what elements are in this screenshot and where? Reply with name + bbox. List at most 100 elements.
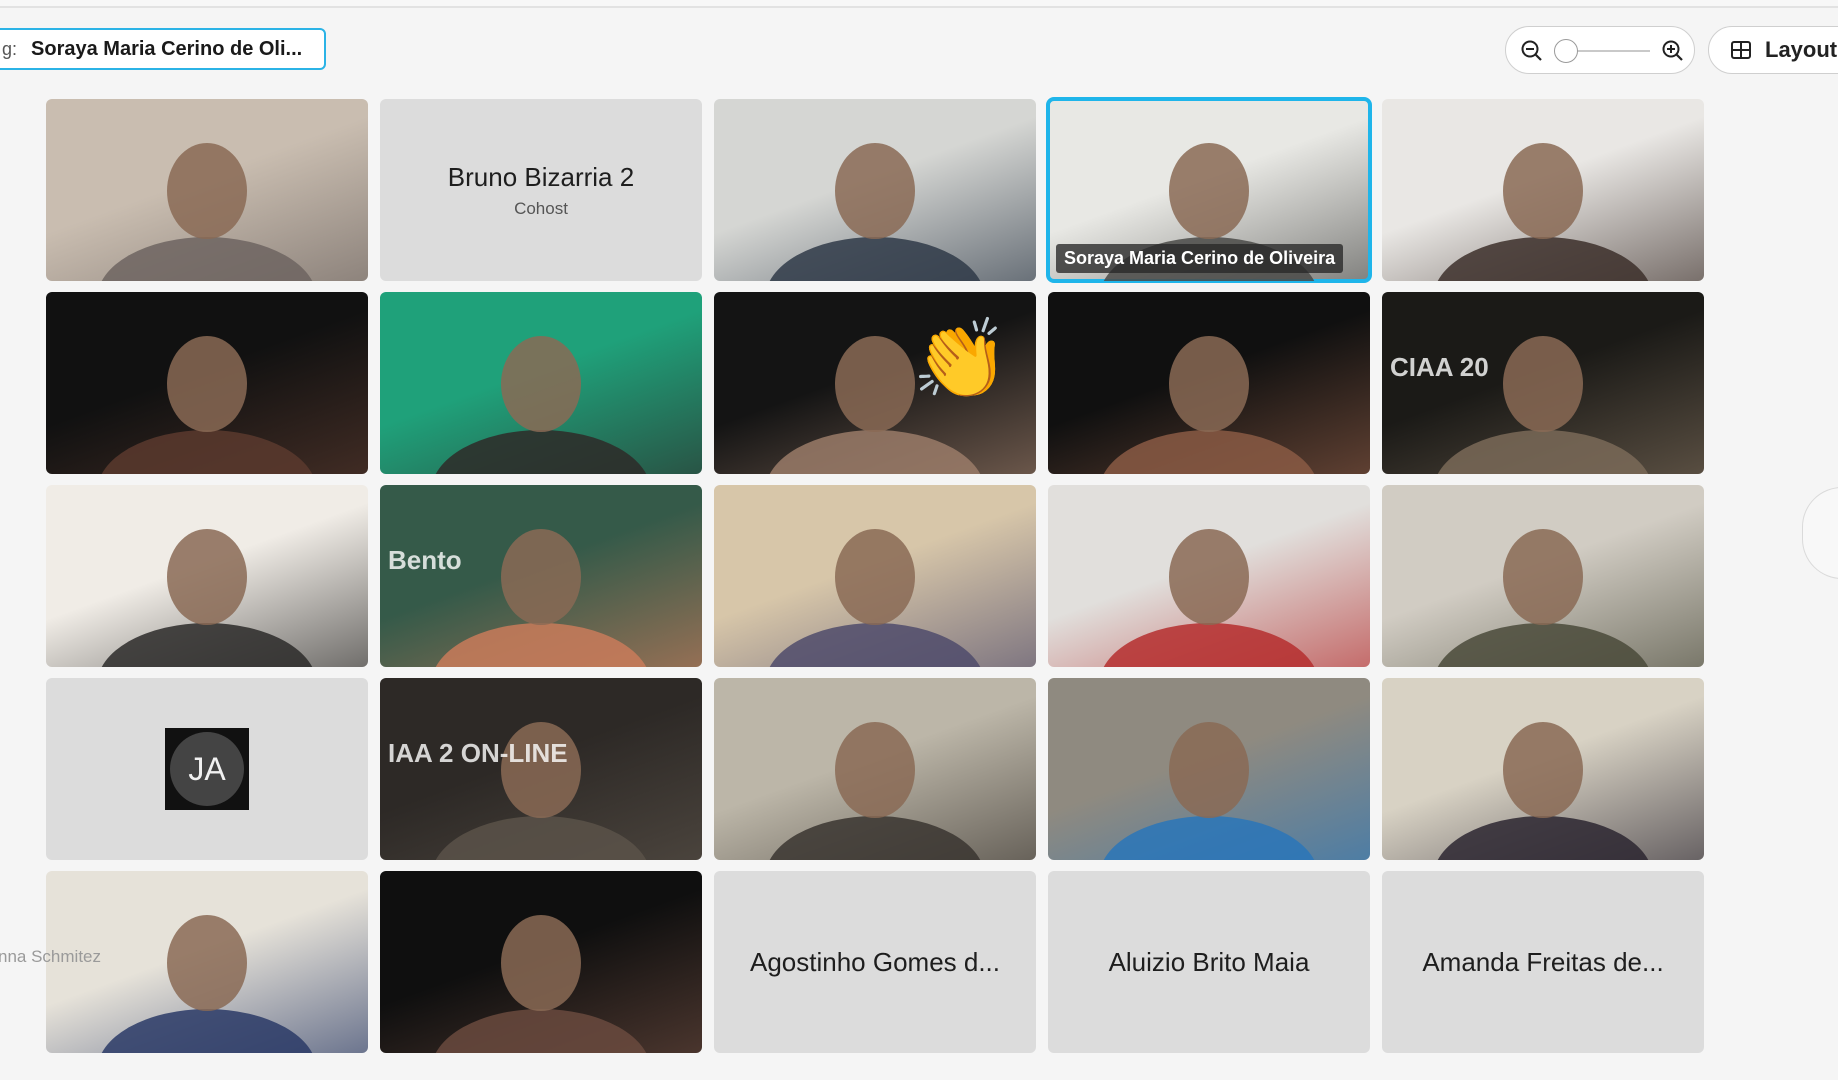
- participant-tile[interactable]: [714, 99, 1036, 281]
- participant-name: Bruno Bizarria 2: [447, 161, 635, 192]
- video-feed: [101, 336, 313, 474]
- participant-tile[interactable]: [46, 99, 368, 281]
- person-silhouette-head: [1503, 529, 1583, 625]
- person-silhouette-body: [1437, 623, 1649, 667]
- active-speaker-name: Soraya Maria Cerino de Oli...: [31, 37, 303, 60]
- person-silhouette-body: [769, 430, 981, 474]
- person-silhouette-body: [435, 816, 647, 860]
- person-silhouette-head: [1169, 529, 1249, 625]
- person-silhouette-body: [435, 1009, 647, 1053]
- participant-name: Agostinho Gomes d...: [749, 946, 1001, 977]
- participant-tile[interactable]: [380, 871, 702, 1053]
- person-silhouette-body: [101, 237, 313, 281]
- person-silhouette-body: [1103, 623, 1315, 667]
- video-feed: [769, 529, 981, 667]
- person-silhouette-head: [1169, 143, 1249, 239]
- person-silhouette-body: [769, 623, 981, 667]
- person-silhouette-body: [101, 623, 313, 667]
- clapping-reaction-icon: 👏: [912, 315, 1010, 403]
- layout-button[interactable]: Layout: [1708, 26, 1838, 74]
- video-feed: [1437, 143, 1649, 281]
- person-silhouette-head: [501, 529, 581, 625]
- person-silhouette-head: [835, 336, 915, 432]
- zoom-out-icon[interactable]: [1520, 39, 1544, 63]
- person-silhouette-head: [835, 722, 915, 818]
- video-feed: [1103, 722, 1315, 860]
- participant-name: Amanda Freitas de...: [1422, 946, 1664, 977]
- video-feed: [435, 915, 647, 1053]
- participant-tile[interactable]: 👏: [714, 292, 1036, 474]
- participant-tile[interactable]: [1048, 678, 1370, 860]
- zoom-slider-thumb[interactable]: [1554, 39, 1578, 63]
- video-feed: [1103, 336, 1315, 474]
- person-silhouette-body: [101, 1009, 313, 1053]
- person-silhouette-head: [167, 529, 247, 625]
- video-feed: [435, 722, 647, 860]
- participant-grid: Bruno Bizarria 2 Cohost Soraya Maria Cerin…: [46, 97, 1708, 1054]
- participant-tile[interactable]: Bento: [380, 485, 702, 667]
- participant-name: Aluizio Brito Maia: [1108, 946, 1310, 977]
- participant-tile[interactable]: JA: [46, 678, 368, 860]
- participant-tile[interactable]: [380, 292, 702, 474]
- person-silhouette-head: [1169, 336, 1249, 432]
- person-silhouette-head: [167, 915, 247, 1011]
- participant-tile[interactable]: [46, 485, 368, 667]
- participant-tile[interactable]: Aluizio Brito Maia: [1048, 871, 1370, 1053]
- participant-tile[interactable]: IAA 2 ON-LINE: [380, 678, 702, 860]
- person-silhouette-head: [835, 529, 915, 625]
- virtual-background-text: IAA 2 ON-LINE: [388, 738, 568, 768]
- participant-tile[interactable]: [1382, 678, 1704, 860]
- participant-tile[interactable]: [714, 485, 1036, 667]
- person-silhouette-head: [501, 915, 581, 1011]
- zoom-in-icon[interactable]: [1661, 39, 1685, 63]
- participant-tile[interactable]: [1048, 485, 1370, 667]
- side-panel-handle[interactable]: [1802, 487, 1838, 579]
- participant-tile[interactable]: Soraya Maria Cerino de Oliveira: [1046, 97, 1372, 283]
- person-silhouette-head: [835, 143, 915, 239]
- person-silhouette-body: [435, 430, 647, 474]
- person-silhouette-body: [769, 816, 981, 860]
- participant-tile[interactable]: [1382, 99, 1704, 281]
- person-silhouette-head: [501, 722, 581, 818]
- video-feed: [769, 143, 981, 281]
- video-feed: [1437, 529, 1649, 667]
- participant-name-tag: Soraya Maria Cerino de Oliveira: [1056, 244, 1344, 273]
- virtual-background-text: CIAA 20: [1390, 352, 1489, 382]
- video-feed: [435, 336, 647, 474]
- participant-tile[interactable]: CIAA 20: [1382, 292, 1704, 474]
- virtual-background-text: Bento: [388, 545, 462, 575]
- person-silhouette-head: [167, 143, 247, 239]
- person-silhouette-body: [1103, 816, 1315, 860]
- video-feed: [1103, 529, 1315, 667]
- participant-tile[interactable]: [714, 678, 1036, 860]
- person-silhouette-head: [167, 336, 247, 432]
- person-silhouette-body: [769, 237, 981, 281]
- top-divider: [0, 0, 1838, 8]
- participant-tile[interactable]: Amanda Freitas de...: [1382, 871, 1704, 1053]
- person-silhouette-body: [1437, 816, 1649, 860]
- offscreen-participant-name: nna Schmitez: [0, 947, 101, 966]
- person-silhouette-body: [1437, 237, 1649, 281]
- avatar: JA: [165, 728, 249, 810]
- person-silhouette-body: [101, 430, 313, 474]
- participant-tile[interactable]: [46, 292, 368, 474]
- person-silhouette-head: [501, 336, 581, 432]
- video-feed: [1437, 336, 1649, 474]
- person-silhouette-head: [1169, 722, 1249, 818]
- video-feed: [769, 722, 981, 860]
- participant-tile[interactable]: [1382, 485, 1704, 667]
- person-silhouette-body: [1437, 430, 1649, 474]
- avatar-initials: JA: [170, 732, 244, 806]
- video-feed: [101, 529, 313, 667]
- person-silhouette-head: [1503, 336, 1583, 432]
- video-feed: [435, 529, 647, 667]
- person-silhouette-body: [435, 623, 647, 667]
- active-speaker-indicator[interactable]: g: Soraya Maria Cerino de Oli...: [0, 28, 326, 70]
- participant-tile[interactable]: Bruno Bizarria 2 Cohost: [380, 99, 702, 281]
- participant-tile[interactable]: Agostinho Gomes d...: [714, 871, 1036, 1053]
- grid-layout-icon: [1729, 38, 1753, 62]
- layout-label: Layout: [1765, 37, 1838, 62]
- video-feed: [101, 143, 313, 281]
- participant-tile[interactable]: [1048, 292, 1370, 474]
- speaking-prefix: g:: [2, 38, 18, 59]
